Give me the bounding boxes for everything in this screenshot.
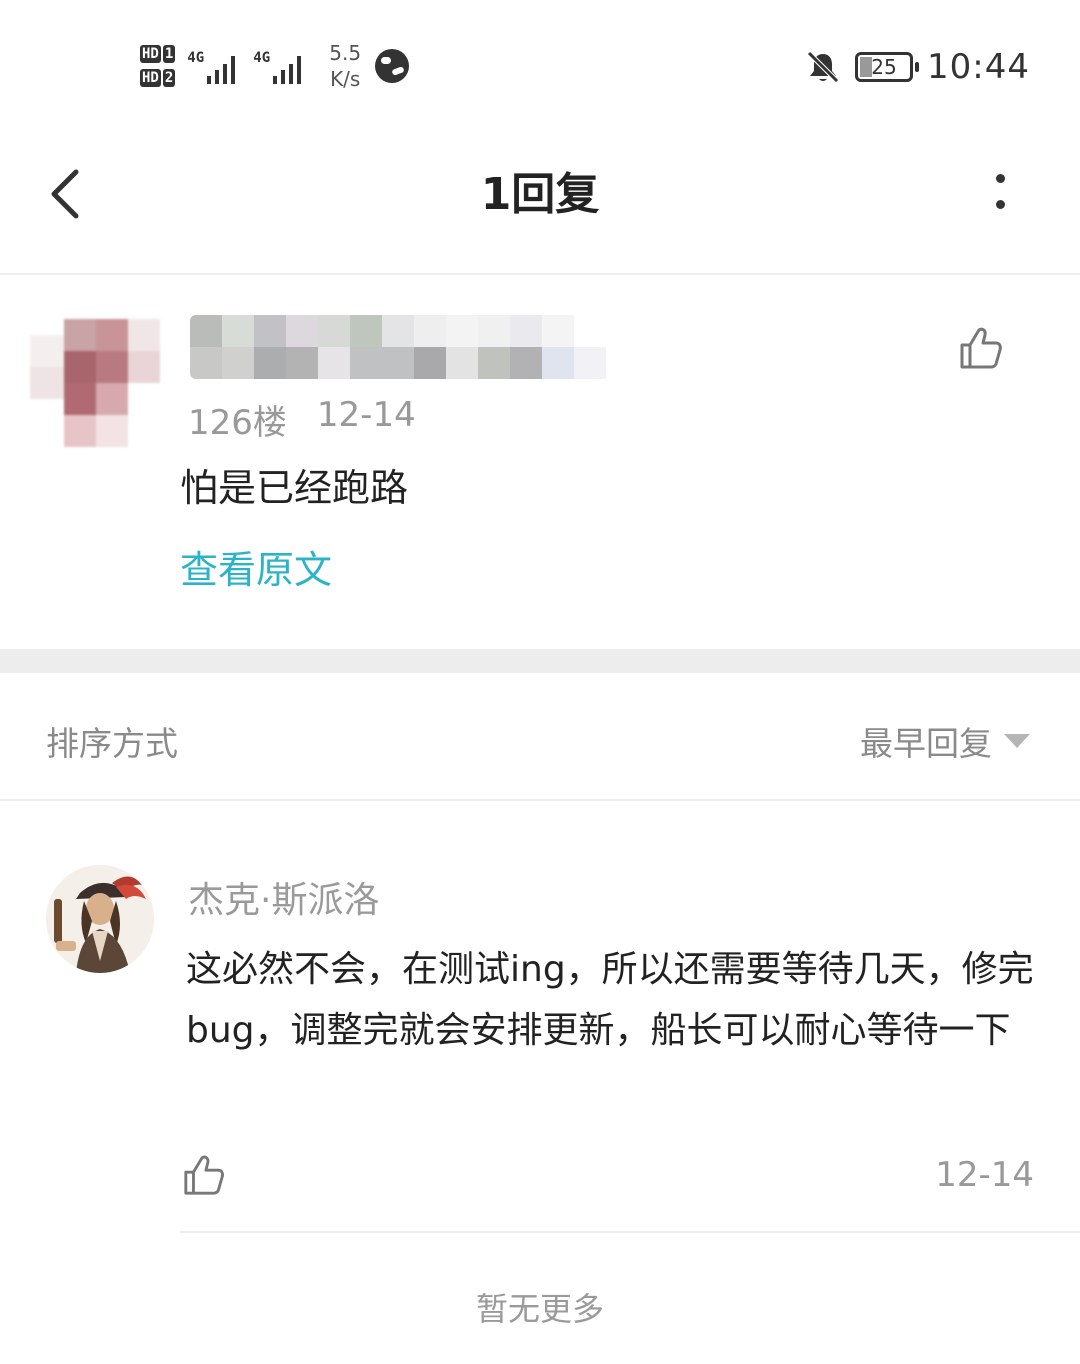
bell-off-icon [807, 51, 839, 83]
hd-badge: HD [140, 45, 161, 63]
sim-index: 2 [162, 69, 176, 87]
no-more-label: 暂无更多 [475, 1290, 604, 1328]
post-content: 怕是已经跑路 [180, 466, 409, 510]
view-original-link[interactable]: 查看原文 [180, 539, 332, 594]
sim-indicators: HD 1 HD 2 [140, 45, 176, 87]
signal-icon: 4G [253, 46, 309, 86]
caret-down-icon [1004, 734, 1030, 748]
status-left: HD 1 HD 2 4G 4G 5.5 K/s [140, 36, 410, 96]
hd-badge: HD [140, 69, 161, 87]
status-right: 25 10:44 [805, 44, 1030, 90]
post-date: 12-14 [316, 395, 416, 435]
network-type: 4G [187, 50, 205, 66]
sort-label: 排序方式 [46, 724, 178, 763]
avatar[interactable] [46, 865, 154, 973]
username-redacted [190, 315, 610, 379]
floor-number: 126楼 [188, 403, 287, 443]
reply-author[interactable]: 杰克·斯派洛 [188, 871, 379, 923]
avatar[interactable] [30, 319, 160, 449]
thumbs-up-icon[interactable] [958, 325, 1004, 371]
globe-icon [375, 49, 410, 83]
original-post: 126楼 12-14 怕是已经跑路 查看原文 [0, 277, 1080, 649]
sort-bar: 排序方式 最早回复 [0, 673, 1080, 801]
reply-item: 杰克·斯派洛 这必然不会，在测试ing，所以还需要等待几天，修完bug，调整完就… [0, 803, 1080, 1233]
signal-icon: 4G [187, 46, 243, 86]
sim-2-indicator: HD 2 [140, 69, 176, 87]
sim-1-indicator: HD 1 [140, 45, 176, 63]
post-meta: 126楼 12-14 [188, 395, 416, 444]
clock: 10:44 [927, 47, 1030, 87]
network-type: 4G [253, 50, 271, 66]
section-divider [0, 649, 1080, 673]
status-bar: HD 1 HD 2 4G 4G 5.5 K/s 25 10:44 [0, 0, 1080, 130]
reply-content: 这必然不会，在测试ing，所以还需要等待几天，修完bug，调整完就会安排更新，船… [186, 949, 1034, 1051]
sim-index: 1 [162, 45, 176, 63]
battery-icon: 25 [855, 52, 920, 82]
reply-divider [180, 1231, 1080, 1233]
battery-level: 25 [871, 55, 897, 79]
speed-value: 5.5 [329, 41, 362, 65]
reply-date: 12-14 [935, 1155, 1034, 1195]
thumbs-up-icon[interactable] [182, 1153, 226, 1197]
top-bar: 1回复 [0, 130, 1080, 275]
sort-dropdown[interactable]: 最早回复 [860, 717, 1030, 765]
network-speed: 5.5 K/s [329, 40, 361, 92]
sort-selected-value: 最早回复 [860, 724, 992, 763]
page-title: 1回复 [480, 169, 600, 220]
more-vertical-icon[interactable] [980, 170, 1020, 218]
speed-unit: K/s [330, 67, 361, 91]
